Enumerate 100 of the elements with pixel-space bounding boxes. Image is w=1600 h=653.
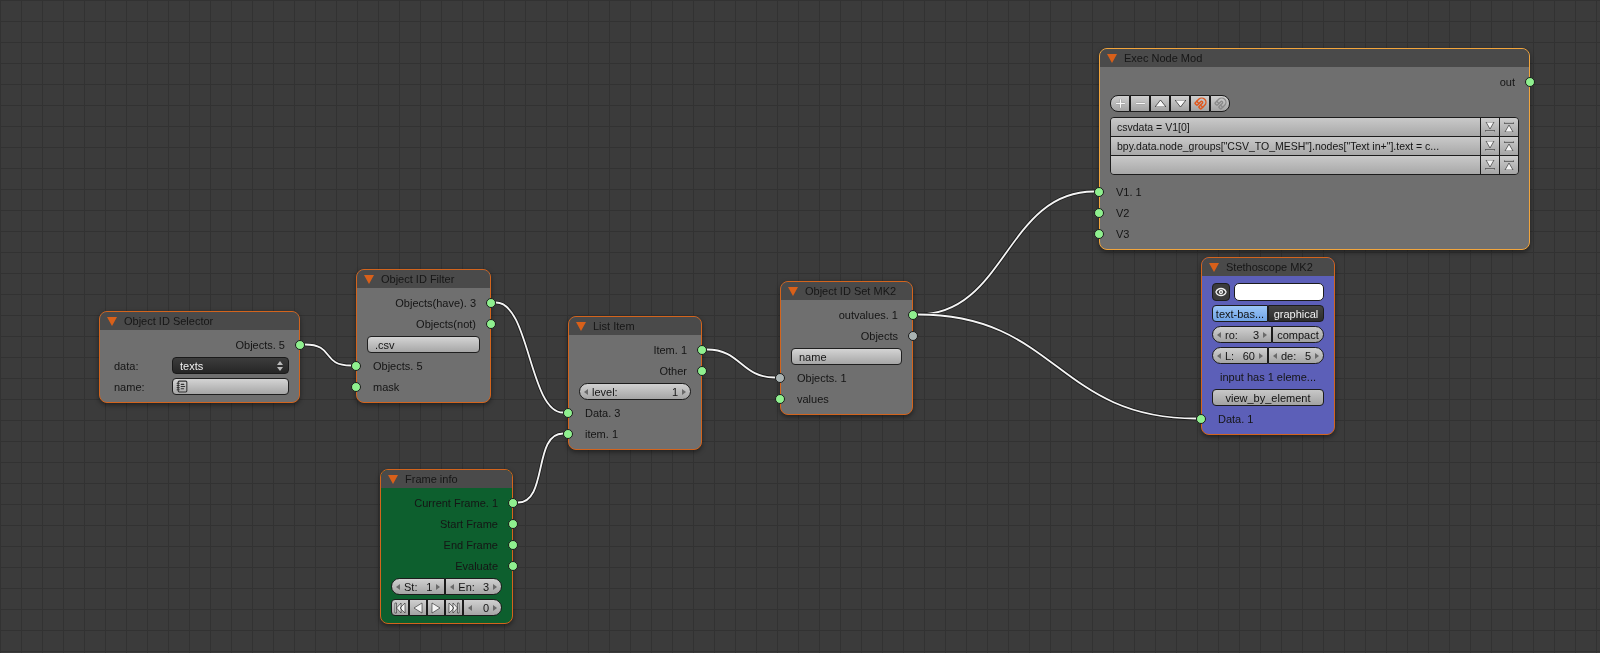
magnet-button[interactable] — [1210, 95, 1230, 112]
socket[interactable] — [508, 560, 518, 571]
magnet-icon — [1213, 97, 1227, 110]
number-field[interactable]: level: 1 — [579, 383, 691, 400]
socket-label: out — [1499, 75, 1515, 88]
right-arrow-icon — [436, 583, 441, 590]
number-field[interactable]: 0 — [463, 599, 502, 616]
number-field[interactable]: L: 60 — [1212, 347, 1268, 364]
skip-back-icon — [394, 601, 406, 614]
socket-label: Item. 1 — [653, 343, 687, 356]
move-line-button[interactable] — [1499, 118, 1518, 136]
move-line-button[interactable] — [1499, 137, 1518, 155]
number-field[interactable]: En: 3 — [445, 578, 502, 595]
left-arrow-icon — [584, 388, 588, 395]
right-arrow-icon — [1259, 352, 1263, 359]
right-arrow-icon — [1263, 331, 1267, 338]
play-button[interactable] — [427, 599, 445, 616]
socket[interactable] — [486, 297, 496, 308]
socket[interactable] — [775, 393, 785, 404]
reverse-play-icon — [412, 601, 424, 614]
socket-label: Objects. 5 — [373, 359, 423, 372]
socket[interactable] — [908, 330, 918, 341]
socket[interactable] — [508, 497, 518, 508]
right-arrow-icon — [493, 604, 497, 611]
magnet-button[interactable] — [1190, 95, 1210, 112]
socket-label: values — [797, 392, 829, 405]
up-triangle-icon — [1154, 100, 1166, 107]
socket-label: Other — [659, 364, 687, 377]
socket[interactable] — [351, 360, 361, 371]
remove-button[interactable] — [1130, 95, 1150, 112]
property-label: name: — [113, 380, 146, 393]
socket[interactable] — [697, 365, 707, 376]
add-button[interactable] — [1110, 95, 1130, 112]
socket[interactable] — [508, 518, 518, 529]
play-icon — [430, 601, 442, 614]
left-arrow-icon — [1273, 352, 1277, 359]
notepad-icon — [176, 380, 189, 393]
down-triangle-icon — [1174, 100, 1186, 107]
script-line-field[interactable]: bpy.data.node_groups["CSV_TO_MESH"].nodes["Text in+"].text = c... — [1111, 137, 1481, 155]
socket[interactable] — [508, 539, 518, 550]
socket-label: V3 — [1116, 227, 1130, 240]
left-arrow-icon — [396, 583, 400, 590]
number-field[interactable]: de: 5 — [1268, 347, 1324, 364]
right-arrow-icon — [1315, 352, 1319, 359]
socket[interactable] — [1094, 207, 1104, 218]
button[interactable]: compact — [1272, 326, 1324, 343]
script-line-field[interactable] — [1111, 156, 1481, 174]
number-field[interactable]: St: 1 — [391, 578, 446, 595]
link-wire — [304, 342, 352, 368]
mode-tab[interactable]: text-bas... — [1212, 305, 1268, 322]
input-field[interactable]: .csv — [367, 336, 480, 353]
right-arrow-icon — [493, 583, 497, 590]
eye-icon — [1215, 285, 1227, 298]
socket[interactable] — [351, 381, 361, 392]
socket-label: Evaluate — [455, 559, 498, 572]
dropdown[interactable]: texts — [172, 357, 289, 374]
socket[interactable] — [1094, 228, 1104, 239]
socket-label: item. 1 — [585, 427, 618, 440]
skip-forward-button[interactable] — [445, 599, 463, 616]
magnet-icon — [1193, 97, 1207, 110]
socket-label: Objects — [860, 329, 898, 342]
skip-forward-icon — [448, 601, 460, 614]
move-up-button[interactable] — [1150, 95, 1170, 112]
socket-label: Current Frame. 1 — [414, 496, 498, 509]
left-arrow-icon — [468, 604, 472, 611]
link-wire — [706, 347, 776, 380]
socket[interactable] — [1525, 76, 1535, 87]
socket[interactable] — [1094, 186, 1104, 197]
socket-label: Data. 1 — [1218, 412, 1254, 425]
reverse-play-button[interactable] — [409, 599, 427, 616]
script-line-field[interactable]: csvdata = V1[0] — [1111, 118, 1481, 136]
socket-label: V2 — [1116, 206, 1130, 219]
move-down-button[interactable] — [1170, 95, 1190, 112]
info-text: input has 1 eleme... — [1219, 370, 1317, 383]
mode-tab[interactable]: graphical — [1268, 305, 1324, 322]
socket-label: mask — [373, 380, 400, 393]
socket[interactable] — [563, 428, 573, 439]
plus-icon — [1113, 97, 1127, 110]
skip-back-button[interactable] — [391, 599, 409, 616]
socket[interactable] — [775, 372, 785, 383]
socket[interactable] — [563, 407, 573, 418]
left-arrow-icon — [450, 583, 455, 590]
socket[interactable] — [697, 344, 707, 355]
property-label: data: — [113, 359, 140, 372]
button[interactable]: view_by_element — [1212, 389, 1324, 406]
left-arrow-icon — [1217, 331, 1221, 338]
number-field[interactable]: ro: 3 — [1212, 326, 1272, 343]
socket[interactable] — [1196, 413, 1206, 424]
input-field[interactable]: name — [791, 348, 902, 365]
socket[interactable] — [908, 309, 918, 320]
socket-label: V1. 1 — [1116, 185, 1142, 198]
right-arrow-icon — [682, 388, 686, 395]
socket[interactable] — [295, 339, 305, 350]
socket-label: Objects(not) — [416, 317, 476, 330]
socket-label: Data. 3 — [585, 406, 621, 419]
input-field[interactable] — [172, 378, 289, 395]
move-line-button[interactable] — [1499, 156, 1518, 174]
up-down-arrows-icon — [277, 360, 283, 371]
socket-label: outvalues. 1 — [838, 308, 898, 321]
socket[interactable] — [486, 318, 496, 329]
